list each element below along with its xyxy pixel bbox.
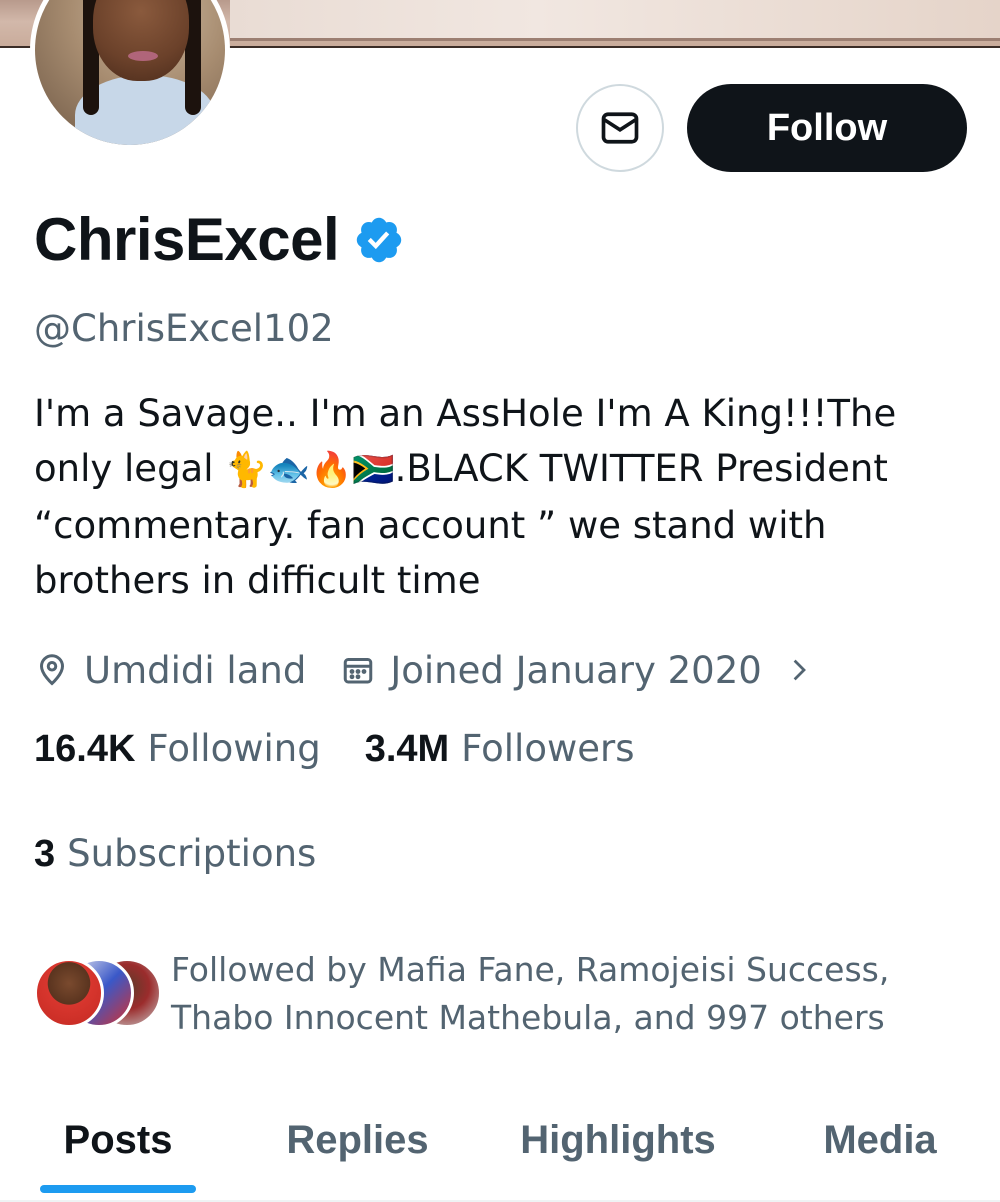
subscriptions-link[interactable]: 3 Subscriptions — [34, 832, 316, 876]
followers-count: 3.4M — [364, 728, 450, 770]
bio-line: only legal 🐈🐟🔥🇿🇦.BLACK TWITTER President — [34, 441, 974, 498]
bio-line: brothers in difficult time — [34, 559, 481, 602]
profile-avatar[interactable] — [30, 0, 230, 150]
bio-line-text: .BLACK TWITTER President — [394, 447, 888, 490]
subscriptions-label: Subscriptions — [67, 832, 317, 875]
bio-line-text: only legal — [34, 447, 214, 490]
bio-line: “commentary. fan account ” we stand with — [34, 504, 827, 547]
subscriptions-count: 3 — [34, 833, 56, 875]
follower-avatars — [34, 958, 162, 1028]
followed-by-text: Followed by Mafia Fane, Ramojeisi Succes… — [171, 950, 890, 1037]
location-item: Umdidi land — [34, 649, 306, 692]
profile-handle: @ChrisExcel102 — [34, 307, 334, 350]
follow-stats: 16.4K Following 3.4M Followers — [34, 727, 634, 771]
avatar — [34, 958, 104, 1028]
following-label: Following — [147, 727, 321, 770]
tab-media[interactable]: Media — [790, 1090, 970, 1190]
chevron-right-icon[interactable] — [784, 655, 814, 685]
calendar-icon — [344, 658, 373, 684]
envelope-icon — [601, 112, 639, 144]
tab-highlights[interactable]: Highlights — [498, 1090, 738, 1190]
south-africa-flag-emoji: 🇿🇦 — [352, 450, 395, 490]
followed-by[interactable]: Followed by Mafia Fane, Ramojeisi Succes… — [34, 946, 974, 1042]
cat-emoji: 🐈 — [225, 450, 268, 490]
followers-link[interactable]: 3.4M Followers — [365, 727, 635, 771]
joined-item[interactable]: Joined January 2020 — [340, 649, 827, 692]
profile-name-row: ChrisExcel — [34, 205, 405, 274]
following-link[interactable]: 16.4K Following — [34, 727, 321, 771]
avatar-photo — [35, 0, 225, 145]
tab-posts[interactable]: Posts — [18, 1090, 218, 1190]
following-count: 16.4K — [34, 728, 136, 770]
bio-line: I'm a Savage.. I'm an AssHole I'm A King… — [34, 392, 897, 435]
follow-button[interactable]: Follow — [687, 84, 967, 172]
message-button[interactable] — [576, 84, 664, 172]
profile-meta: Umdidi land Joined January 2020 — [34, 640, 828, 700]
verified-badge-icon[interactable] — [353, 214, 405, 266]
followers-label: Followers — [461, 727, 635, 770]
profile-bio: I'm a Savage.. I'm an AssHole I'm A King… — [34, 386, 974, 608]
location-text: Umdidi land — [84, 648, 307, 692]
location-pin-icon — [39, 654, 65, 686]
active-tab-indicator — [40, 1185, 196, 1193]
tab-replies[interactable]: Replies — [255, 1090, 460, 1190]
fish-emoji: 🐟 — [267, 450, 310, 490]
joined-text: Joined January 2020 — [390, 648, 762, 692]
profile-name: ChrisExcel — [34, 206, 340, 273]
fire-emoji: 🔥 — [309, 450, 353, 490]
